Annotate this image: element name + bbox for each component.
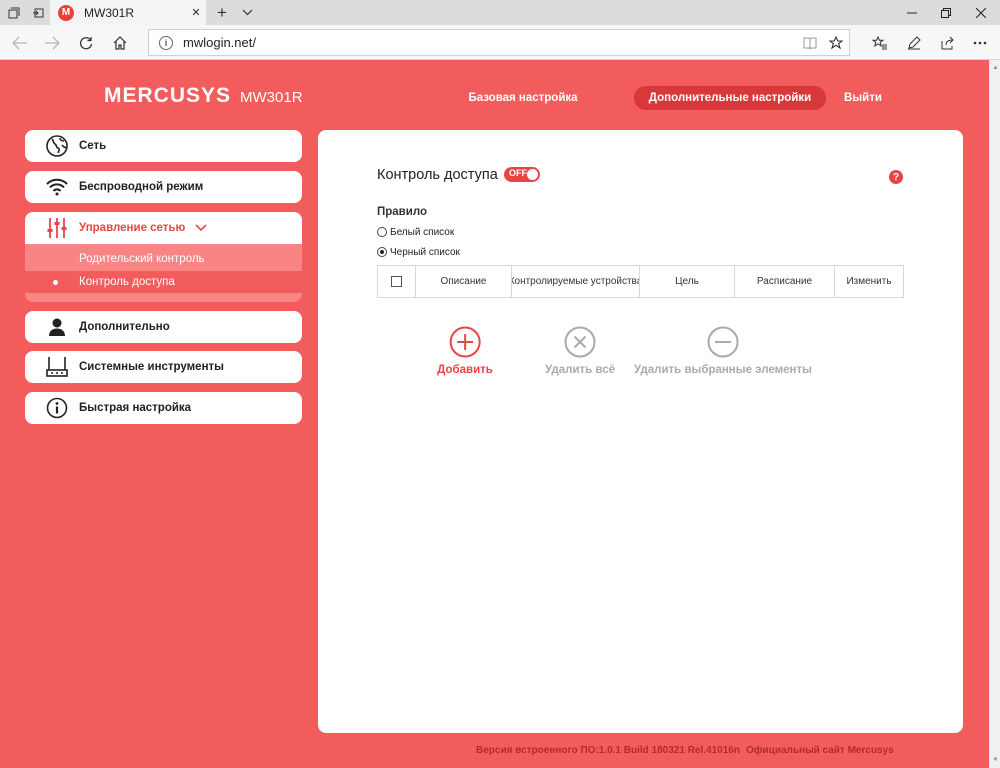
help-icon[interactable]: ? bbox=[889, 170, 903, 184]
page-scrollbar[interactable]: ▲ ▼ bbox=[989, 60, 1000, 768]
toggle-label: OFF bbox=[509, 168, 527, 178]
tab-list-chevron-icon[interactable] bbox=[236, 0, 258, 25]
sidebar-item-system-tools[interactable]: Системные инструменты bbox=[25, 351, 302, 383]
info-icon bbox=[46, 397, 68, 419]
submenu-item-label: Родительский контроль bbox=[79, 253, 205, 265]
user-icon bbox=[46, 316, 68, 338]
refresh-icon[interactable] bbox=[72, 29, 100, 56]
select-all-checkbox[interactable] bbox=[391, 276, 402, 287]
submenu-item-access-control[interactable]: Контроль доступа bbox=[25, 271, 302, 293]
close-window-icon[interactable] bbox=[964, 0, 998, 25]
radio-label: Белый список bbox=[390, 226, 455, 238]
action-label: Удалить всё bbox=[545, 364, 615, 376]
more-menu-icon[interactable] bbox=[966, 29, 994, 56]
notes-pen-icon[interactable] bbox=[900, 29, 928, 56]
sidebar-item-wireless[interactable]: Беспроводной режим bbox=[25, 171, 302, 203]
page-title: Контроль доступа bbox=[377, 167, 498, 183]
sidebar-item-network[interactable]: Сеть bbox=[25, 130, 302, 162]
column-header-target: Цель bbox=[640, 266, 735, 297]
sidebar-item-label: Системные инструменты bbox=[79, 361, 224, 373]
sidebar-item-label: Быстрая настройка bbox=[79, 402, 192, 414]
firmware-version: Версия встроенного ПО:1.0.1 Build 180321… bbox=[476, 745, 740, 756]
sidebar-item-label: Управление сетью bbox=[79, 222, 186, 234]
share-icon[interactable] bbox=[934, 29, 962, 56]
action-label: Удалить выбранные элементы bbox=[634, 364, 812, 376]
favorite-star-icon[interactable] bbox=[823, 30, 849, 55]
radio-button[interactable] bbox=[377, 247, 387, 257]
official-site-link[interactable]: Официальный сайт Mercusys bbox=[746, 745, 894, 756]
scroll-up-icon[interactable]: ▲ bbox=[990, 62, 1000, 74]
sidebar-item-advanced[interactable]: Дополнительно bbox=[25, 311, 302, 343]
radio-whitelist[interactable]: Белый список bbox=[377, 225, 454, 239]
delete-selected-button[interactable]: Удалить выбранные элементы bbox=[634, 326, 812, 376]
forward-arrow-icon[interactable] bbox=[38, 29, 66, 56]
sidebar-item-label: Беспроводной режим bbox=[79, 181, 204, 193]
rules-table-header: Описание Контролируемые устройства Цель … bbox=[377, 265, 904, 298]
model-name: MW301R bbox=[240, 89, 303, 106]
radio-blacklist[interactable]: Черный список bbox=[377, 245, 460, 259]
globe-icon bbox=[46, 135, 68, 157]
router-admin-page: MERCUSYS MW301R Базовая настройка Дополн… bbox=[0, 60, 989, 768]
action-label: Добавить bbox=[437, 364, 493, 376]
nav-advanced-settings[interactable]: Дополнительные настройки bbox=[634, 86, 826, 110]
sidebar-item-network-control[interactable]: Управление сетью bbox=[25, 212, 302, 244]
url-text[interactable]: mwlogin.net/ bbox=[183, 35, 797, 50]
wifi-icon bbox=[46, 176, 68, 198]
mercusys-favicon-icon: M bbox=[58, 4, 74, 21]
scroll-down-icon[interactable]: ▼ bbox=[990, 754, 1000, 766]
active-dot-icon bbox=[53, 279, 58, 285]
select-all-cell bbox=[378, 266, 416, 297]
column-header-edit: Изменить bbox=[846, 276, 892, 287]
add-circle-icon bbox=[449, 326, 481, 358]
column-header-devices: Контролируемые устройства bbox=[512, 266, 640, 297]
address-bar[interactable]: i mwlogin.net/ bbox=[148, 29, 850, 56]
site-info-icon[interactable]: i bbox=[159, 35, 173, 50]
favorites-hub-icon[interactable] bbox=[866, 29, 894, 56]
new-tab-plus-icon[interactable]: + bbox=[210, 0, 234, 25]
submenu-item-label: Контроль доступа bbox=[79, 276, 175, 288]
rule-label: Правило bbox=[377, 206, 428, 218]
browser-tab-bar: M MW301R ✕ + bbox=[0, 0, 1000, 25]
toggle-knob bbox=[527, 169, 538, 180]
submenu-item-parental-control[interactable]: Родительский контроль bbox=[25, 248, 302, 270]
delete-all-button[interactable]: Удалить всё bbox=[545, 326, 615, 376]
sliders-icon bbox=[46, 217, 68, 239]
column-header-description: Описание bbox=[416, 266, 512, 297]
radio-button[interactable] bbox=[377, 227, 387, 237]
tab-title: MW301R bbox=[84, 5, 135, 20]
router-icon bbox=[46, 356, 68, 378]
nav-logout[interactable]: Выйти bbox=[838, 86, 888, 110]
browser-tab[interactable]: M MW301R ✕ bbox=[50, 0, 206, 25]
home-icon[interactable] bbox=[106, 29, 134, 56]
minimize-icon[interactable] bbox=[895, 0, 929, 25]
minus-circle-icon bbox=[707, 326, 739, 358]
sidebar-item-label: Дополнительно bbox=[79, 321, 170, 333]
sidebar-item-label: Сеть bbox=[79, 140, 107, 152]
back-arrow-icon[interactable] bbox=[6, 29, 34, 56]
browser-nav-bar: i mwlogin.net/ bbox=[0, 25, 1000, 60]
reading-view-icon[interactable] bbox=[797, 30, 823, 55]
sidebar-item-quick-setup[interactable]: Быстрая настройка bbox=[25, 392, 302, 424]
main-panel: Контроль доступа OFF ? Правило Белый спи… bbox=[318, 130, 963, 733]
set-tabs-aside-icon[interactable] bbox=[26, 0, 50, 25]
restore-icon[interactable] bbox=[929, 0, 963, 25]
access-control-toggle[interactable]: OFF bbox=[504, 167, 540, 182]
mercusys-logo: MERCUSYS MW301R bbox=[104, 84, 303, 108]
radio-label: Черный список bbox=[390, 246, 460, 258]
column-header-schedule: Расписание bbox=[735, 266, 835, 297]
chevron-down-icon bbox=[195, 224, 207, 232]
tab-close-icon[interactable]: ✕ bbox=[186, 6, 206, 19]
add-button[interactable]: Добавить bbox=[437, 326, 493, 376]
delete-circle-icon bbox=[564, 326, 596, 358]
network-control-submenu: Родительский контроль Контроль доступа bbox=[25, 244, 302, 302]
brand-name: MERCUSYS bbox=[104, 84, 232, 107]
tab-manager-icon[interactable] bbox=[2, 0, 26, 25]
nav-basic-settings[interactable]: Базовая настройка bbox=[464, 86, 582, 110]
